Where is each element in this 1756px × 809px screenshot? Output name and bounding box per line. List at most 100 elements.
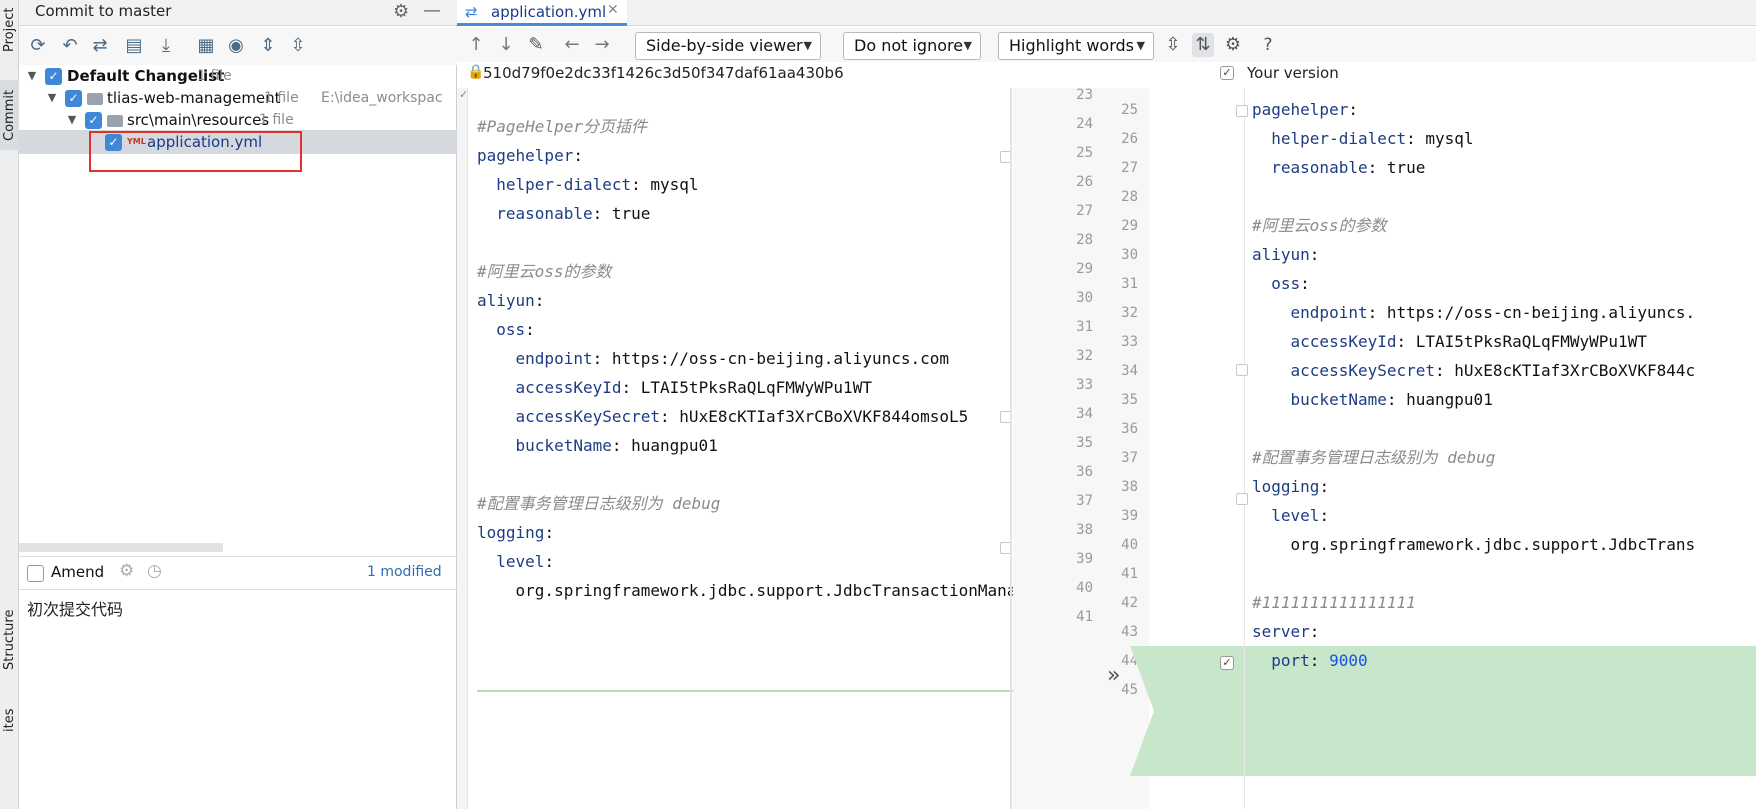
forward-icon[interactable]: → xyxy=(591,33,613,57)
line-number: 29 xyxy=(1076,261,1093,277)
highlight-select[interactable]: Highlight words ▼ xyxy=(998,32,1154,60)
code-key: endpoint xyxy=(515,349,593,368)
settings-gear-icon[interactable]: ⚙ xyxy=(1222,33,1244,57)
fold-marker[interactable] xyxy=(1236,105,1248,117)
code-value: org.springframework.jdbc.support.JdbcTra… xyxy=(1290,535,1696,554)
gear-icon[interactable]: ⚙ xyxy=(393,1,409,22)
module-folder-icon xyxy=(87,93,103,105)
apply-change-icon[interactable]: » xyxy=(1107,663,1120,688)
code-sep: : xyxy=(1396,332,1416,351)
code-key: accessKeyId xyxy=(515,378,622,397)
code-line: oss: xyxy=(477,320,535,340)
prev-diff-icon[interactable]: ↑ xyxy=(465,33,487,57)
code-value: mysql xyxy=(650,175,699,194)
right-editor-code[interactable]: pagehelper: helper-dialect: mysql reason… xyxy=(1252,100,1756,780)
code-line: aliyun: xyxy=(1252,245,1319,265)
code-line: port: 9000 xyxy=(1252,651,1368,671)
amend-checkbox[interactable] xyxy=(27,565,44,582)
group-by-icon[interactable]: ▦ xyxy=(195,35,217,57)
back-icon[interactable]: ← xyxy=(561,33,583,57)
left-editor-code[interactable]: #PageHelper分页插件 pagehelper: helper-dialec… xyxy=(477,117,1037,717)
sync-scroll-icon[interactable]: ⇅ xyxy=(1192,33,1214,57)
code-key: endpoint xyxy=(1290,303,1368,322)
chevron-down-icon[interactable]: ▼ xyxy=(45,86,59,110)
commit-options-gear-icon[interactable]: ⚙ xyxy=(119,561,134,581)
code-key: server xyxy=(1252,622,1310,641)
collapse-all-icon[interactable]: ⇳ xyxy=(287,35,309,57)
module-count: 1 file xyxy=(264,90,299,106)
amend-label: Amend xyxy=(51,563,105,581)
ignore-select[interactable]: Do not ignore ▼ xyxy=(843,32,981,60)
commit-panel-header: Commit to master ⚙ — xyxy=(19,0,457,26)
code-comment: #1111111111111111 xyxy=(1252,593,1416,612)
code-key: reasonable xyxy=(496,204,593,223)
project-tool-button[interactable]: Project xyxy=(0,0,19,60)
eye-icon[interactable]: ◉ xyxy=(225,35,247,57)
update-icon[interactable]: ⤓ xyxy=(155,35,177,57)
history-clock-icon[interactable]: ◷ xyxy=(147,561,162,581)
refresh-icon[interactable]: ⟳ xyxy=(27,35,49,57)
favorites-tool-button[interactable]: ites xyxy=(0,700,19,740)
collapse-unchanged-icon[interactable]: ⇳ xyxy=(1162,33,1184,57)
code-value: org.springframework.jdbc.support.JdbcTra… xyxy=(515,581,1017,600)
tab-application-yml[interactable]: ⇄ application.yml ✕ xyxy=(457,0,627,26)
line-number: 39 xyxy=(1076,551,1093,567)
code-value: LTAI5tPksRaQLqFMWyWPu1WT xyxy=(1415,332,1647,351)
edit-icon[interactable]: ✎ xyxy=(525,33,547,57)
line-number: 37 xyxy=(1121,450,1138,466)
tree-row-changelist[interactable]: ▼ ✓ Default Changelist 1 file xyxy=(19,64,457,88)
code-sep: : xyxy=(1367,303,1387,322)
code-key: bucketName xyxy=(1290,390,1387,409)
module-checkbox[interactable]: ✓ xyxy=(65,90,82,107)
include-change-checkbox[interactable]: ✓ xyxy=(1220,656,1234,670)
code-line: bucketName: huangpu01 xyxy=(1252,390,1493,410)
code-sep: : xyxy=(1309,245,1320,264)
viewer-select[interactable]: Side-by-side viewer ▼ xyxy=(635,32,821,60)
fold-marker[interactable] xyxy=(1236,493,1248,505)
chevron-down-icon[interactable]: ▼ xyxy=(65,108,79,132)
changelist-icon[interactable]: ▤ xyxy=(123,35,145,57)
line-number: 41 xyxy=(1076,609,1093,625)
line-number: 28 xyxy=(1076,232,1093,248)
code-sep: : xyxy=(525,320,535,339)
code-value: true xyxy=(1386,158,1426,177)
minimize-icon[interactable]: — xyxy=(423,0,441,21)
code-number: 9000 xyxy=(1329,651,1368,670)
code-line: aliyun: xyxy=(477,291,544,311)
code-line: oss: xyxy=(1252,274,1310,294)
tree-row-module[interactable]: ▼ ✓ tlias-web-management 1 file E:\idea_… xyxy=(19,86,457,110)
tree-row-folder[interactable]: ▼ ✓ src\main\resources 1 file xyxy=(19,108,457,132)
folder-checkbox[interactable]: ✓ xyxy=(85,112,102,129)
code-line: #1111111111111111 xyxy=(1252,593,1416,613)
line-number: 23 xyxy=(1076,87,1093,103)
chevron-down-icon[interactable]: ▼ xyxy=(25,64,39,88)
code-line: org.springframework.jdbc.support.JdbcTra… xyxy=(477,581,1017,601)
help-icon[interactable]: ? xyxy=(1257,33,1279,57)
modified-count-link[interactable]: 1 modified xyxy=(367,564,442,580)
structure-tool-button[interactable]: Structure xyxy=(0,600,19,680)
code-line: accessKeySecret: hUxE8cKTIaf3XrCBoXVKF84… xyxy=(1252,361,1696,381)
commit-tool-button[interactable]: Commit xyxy=(0,80,19,150)
show-diff-icon[interactable]: ⇄ xyxy=(89,35,111,57)
changelist-checkbox[interactable]: ✓ xyxy=(45,68,62,85)
code-line: accessKeyId: LTAI5tPksRaQLqFMWyWPu1WT xyxy=(1252,332,1647,352)
expand-all-icon[interactable]: ⇕ xyxy=(257,35,279,57)
fold-marker[interactable] xyxy=(1236,364,1248,376)
next-diff-icon[interactable]: ↓ xyxy=(495,33,517,57)
line-number: 38 xyxy=(1076,522,1093,538)
commit-message-input[interactable]: 初次提交代码 xyxy=(27,596,123,620)
rollback-icon[interactable]: ↶ xyxy=(59,35,81,57)
code-line: #阿里云oss的参数 xyxy=(477,262,612,282)
close-icon[interactable]: ✕ xyxy=(607,2,619,18)
your-version-checkbox[interactable]: ✓ xyxy=(1220,66,1234,80)
horizontal-scrollbar[interactable] xyxy=(19,543,223,552)
code-key: accessKeyId xyxy=(1290,332,1397,351)
change-connector xyxy=(1130,711,1154,776)
